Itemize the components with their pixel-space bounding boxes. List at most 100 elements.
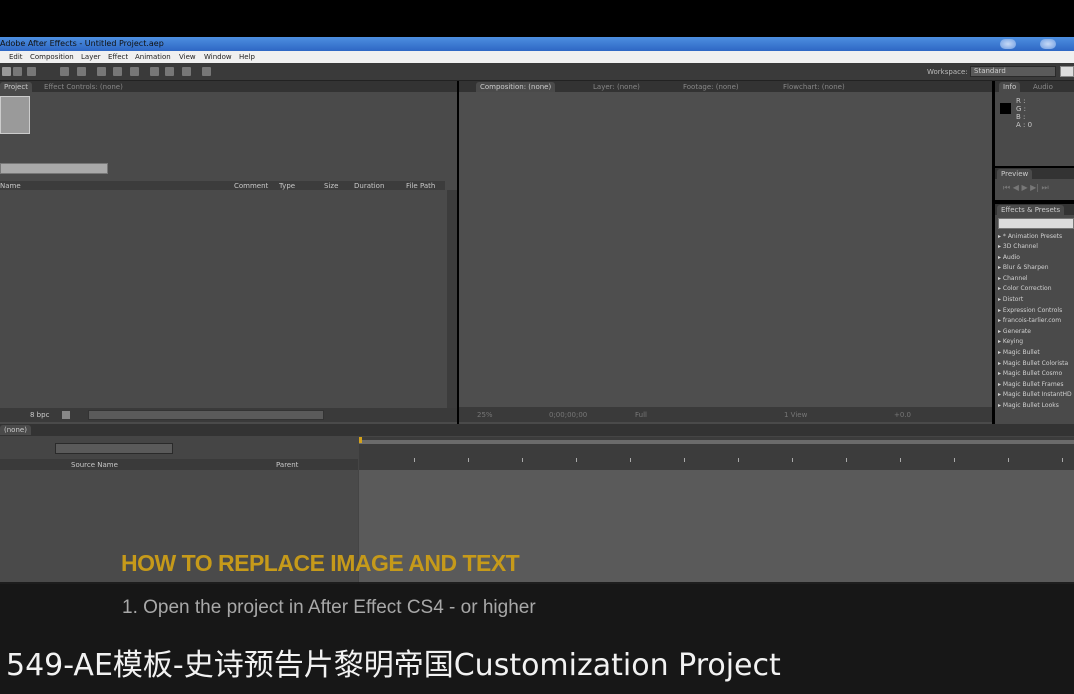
effect-category-label: Keying xyxy=(1002,338,1024,345)
effect-category[interactable]: ▸ Expression Controls xyxy=(998,307,1062,314)
effect-category-label: Generate xyxy=(1002,328,1031,335)
effect-category-label: Magic Bullet Colorista xyxy=(1002,360,1069,367)
ruler-tick xyxy=(846,458,847,462)
ruler-tick xyxy=(414,458,415,462)
effect-category[interactable]: ▸ Magic Bullet xyxy=(998,349,1040,356)
pan-behind-tool-icon[interactable] xyxy=(97,67,106,76)
column-name[interactable]: Name xyxy=(0,182,21,190)
column-comment[interactable]: Comment xyxy=(234,182,268,190)
column-source-name[interactable]: Source Name xyxy=(71,461,118,469)
work-area-bar[interactable] xyxy=(359,440,1074,444)
timeline-columns-header: Source Name Parent xyxy=(0,459,358,470)
column-file-path[interactable]: File Path xyxy=(406,182,435,190)
tab-composition[interactable]: Composition: (none) xyxy=(476,82,556,92)
search-help-icon[interactable] xyxy=(1060,66,1074,77)
effect-category[interactable]: ▸ Magic Bullet InstantHD xyxy=(998,391,1072,398)
effect-category[interactable]: ▸ Audio xyxy=(998,254,1020,261)
tab-preview[interactable]: Preview xyxy=(997,169,1033,179)
clone-tool-icon[interactable] xyxy=(165,67,174,76)
menu-composition[interactable]: Composition xyxy=(30,53,74,61)
menu-effect[interactable]: Effect xyxy=(108,53,128,61)
project-horizontal-scrollbar[interactable] xyxy=(88,410,324,420)
ruler-tick xyxy=(630,458,631,462)
project-search-input[interactable] xyxy=(0,163,108,174)
effect-category-label: Magic Bullet xyxy=(1002,349,1040,356)
effect-category-label: Audio xyxy=(1002,254,1020,261)
comp-viewer-controls: 25% 0;00;00;00 Full 1 View +0.0 xyxy=(459,407,992,422)
minimize-button[interactable] xyxy=(1000,39,1016,49)
tab-effects-presets[interactable]: Effects & Presets xyxy=(997,205,1065,215)
exposure-offset[interactable]: +0.0 xyxy=(894,411,911,419)
menu-animation[interactable]: Animation xyxy=(135,53,171,61)
effect-category[interactable]: ▸ Generate xyxy=(998,328,1031,335)
effect-category[interactable]: ▸ francois-tarlier.com xyxy=(998,317,1061,324)
menu-edit[interactable]: Edit xyxy=(9,53,23,61)
effect-category[interactable]: ▸ Magic Bullet Cosmo xyxy=(998,370,1062,377)
effect-category[interactable]: ▸ 3D Channel xyxy=(998,243,1038,250)
workspace-label: Workspace: xyxy=(927,68,968,76)
pen-tool-icon[interactable] xyxy=(113,67,122,76)
eraser-tool-icon[interactable] xyxy=(182,67,191,76)
color-swatch xyxy=(1000,103,1011,114)
effect-category[interactable]: ▸ Magic Bullet Colorista xyxy=(998,360,1068,367)
menu-layer[interactable]: Layer xyxy=(81,53,101,61)
trash-icon[interactable] xyxy=(62,411,70,419)
tutorial-heading: HOW TO REPLACE IMAGE AND TEXT xyxy=(121,550,520,576)
effects-tabstrip: Effects & Presets xyxy=(995,204,1074,215)
current-timecode[interactable]: 0;00;00;00 xyxy=(549,411,587,419)
tab-info[interactable]: Info xyxy=(999,82,1021,92)
text-tool-icon[interactable] xyxy=(130,67,139,76)
composition-viewer[interactable] xyxy=(459,92,992,407)
time-ruler[interactable] xyxy=(359,437,1074,470)
project-vertical-scrollbar[interactable] xyxy=(447,190,457,408)
tab-flowchart[interactable]: Flowchart: (none) xyxy=(779,82,849,92)
view-layout-select[interactable]: 1 View xyxy=(784,411,807,419)
brush-tool-icon[interactable] xyxy=(150,67,159,76)
project-item-list[interactable] xyxy=(0,190,445,408)
tab-timeline[interactable]: (none) xyxy=(0,425,31,435)
zoom-level[interactable]: 25% xyxy=(477,411,493,419)
effect-category-label: Magic Bullet Cosmo xyxy=(1002,370,1063,377)
effect-category-label: 3D Channel xyxy=(1002,243,1038,250)
tab-audio[interactable]: Audio xyxy=(1029,82,1057,92)
zoom-tool-icon[interactable] xyxy=(27,67,36,76)
effect-category[interactable]: ▸ Blur & Sharpen xyxy=(998,264,1049,271)
puppet-tool-icon[interactable] xyxy=(202,67,211,76)
project-columns-header: Name Comment Type Size Duration File Pat… xyxy=(0,181,445,190)
resolution-select[interactable]: Full xyxy=(635,411,647,419)
tab-footage[interactable]: Footage: (none) xyxy=(679,82,743,92)
ruler-tick xyxy=(900,458,901,462)
menu-window[interactable]: Window xyxy=(204,53,232,61)
column-size[interactable]: Size xyxy=(324,182,338,190)
effect-category[interactable]: ▸ Magic Bullet Frames xyxy=(998,381,1063,388)
effect-category-label: francois-tarlier.com xyxy=(1002,317,1062,324)
effect-category[interactable]: ▸ Distort xyxy=(998,296,1023,303)
effect-category[interactable]: ▸ * Animation Presets xyxy=(998,233,1062,240)
rotate-tool-icon[interactable] xyxy=(60,67,69,76)
effect-category[interactable]: ▸ Channel xyxy=(998,275,1028,282)
tab-layer[interactable]: Layer: (none) xyxy=(589,82,644,92)
tab-project[interactable]: Project xyxy=(0,82,32,92)
effect-category[interactable]: ▸ Magic Bullet Looks xyxy=(998,402,1059,409)
effect-category[interactable]: ▸ Keying xyxy=(998,338,1023,345)
effects-search-input[interactable] xyxy=(998,218,1074,229)
timeline-search-input[interactable] xyxy=(55,443,173,454)
hand-tool-icon[interactable] xyxy=(13,67,22,76)
preview-tabstrip: Preview xyxy=(995,168,1074,179)
menu-view[interactable]: View xyxy=(179,53,196,61)
column-parent[interactable]: Parent xyxy=(276,461,298,469)
play-controls-icon[interactable]: ⏮ ◀ ▶ ▶| ⏭ xyxy=(1003,183,1049,193)
column-duration[interactable]: Duration xyxy=(354,182,384,190)
effect-category[interactable]: ▸ Color Correction xyxy=(998,285,1052,292)
column-type[interactable]: Type xyxy=(279,182,295,190)
current-time-indicator[interactable] xyxy=(359,437,362,443)
menu-help[interactable]: Help xyxy=(239,53,255,61)
tools-toolbar xyxy=(0,63,1074,81)
window-title: Adobe After Effects - Untitled Project.a… xyxy=(0,39,164,48)
selection-tool-icon[interactable] xyxy=(2,67,11,76)
camera-tool-icon[interactable] xyxy=(77,67,86,76)
bpc-indicator[interactable]: 8 bpc xyxy=(30,411,49,419)
tab-effect-controls[interactable]: Effect Controls: (none) xyxy=(40,82,127,92)
maximize-button[interactable] xyxy=(1040,39,1056,49)
workspace-dropdown[interactable]: Standard xyxy=(970,66,1056,77)
